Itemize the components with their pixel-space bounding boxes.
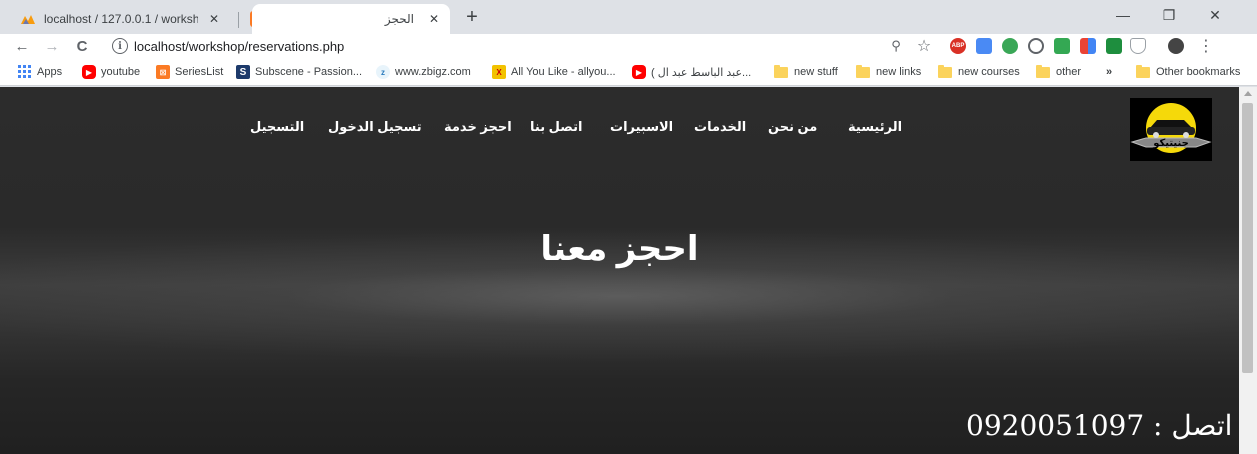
- bookmark-label: SeriesList: [175, 66, 224, 78]
- address-bar[interactable]: i localhost/workshop/reservations.php: [102, 34, 940, 58]
- tab-title: الحجز: [384, 12, 414, 26]
- bookmark-subscene[interactable]: S Subscene - Passion...: [236, 64, 362, 80]
- translate-icon[interactable]: [976, 38, 992, 54]
- bookmark-folder-new-links[interactable]: new links: [856, 64, 921, 80]
- bookmark-allyoulike[interactable]: X All You Like - allyou...: [492, 64, 616, 80]
- url-text[interactable]: localhost/workshop/reservations.php: [134, 39, 344, 54]
- avatar[interactable]: [1168, 38, 1184, 54]
- nav-services[interactable]: الخدمات: [694, 119, 746, 135]
- new-tab-button[interactable]: +: [460, 5, 484, 29]
- page-scrollbar[interactable]: [1239, 87, 1257, 454]
- window-close-button[interactable]: ✕: [1192, 0, 1238, 30]
- phpmyadmin-icon: [20, 11, 36, 27]
- bookmark-serieslist[interactable]: ⊠ SeriesList: [156, 64, 223, 80]
- adblock-plus-icon[interactable]: ABP: [950, 38, 966, 54]
- bookmark-star-icon[interactable]: ☆: [916, 38, 932, 55]
- restore-button[interactable]: ❐: [1146, 0, 1192, 30]
- browser-toolbar: ← → C i localhost/workshop/reservations.…: [0, 34, 1257, 58]
- bookmark-label: youtube: [101, 66, 141, 78]
- allyoulike-icon: X: [492, 65, 506, 79]
- subscene-icon: S: [236, 65, 250, 79]
- back-button[interactable]: ←: [12, 36, 32, 56]
- bookmark-label: Other bookmarks: [1156, 66, 1241, 78]
- folder-icon: [1136, 64, 1150, 78]
- bookmark-youtube[interactable]: ▶ youtube: [82, 64, 140, 80]
- serieslist-icon: ⊠: [156, 65, 170, 79]
- youtube-icon: ▶: [632, 65, 646, 79]
- folder-icon: [774, 64, 788, 78]
- page-viewport: جنيتيكو الرئيسية من نحن الخدمات الاسبيرا…: [0, 87, 1239, 454]
- contact-phone: اتصل : 0920051097: [966, 409, 1233, 442]
- close-icon[interactable]: ✕: [426, 11, 442, 27]
- close-icon[interactable]: ✕: [206, 11, 222, 27]
- reload-button[interactable]: C: [72, 36, 92, 56]
- folder-icon: [1036, 64, 1050, 78]
- tab-phpmyadmin[interactable]: localhost / 127.0.0.1 / workshop | ✕: [8, 4, 230, 34]
- extension-globe-icon[interactable]: [1002, 38, 1018, 54]
- extension-color-icon[interactable]: [1080, 38, 1096, 54]
- zoom-icon[interactable]: ⚲: [888, 38, 904, 54]
- shield-icon[interactable]: [1130, 38, 1146, 54]
- extension-circle-icon[interactable]: [1028, 38, 1044, 54]
- page-title: احجز معنا: [540, 230, 699, 268]
- extension-x-icon[interactable]: [1106, 38, 1122, 54]
- bookmarks-bar: Apps ▶ youtube ⊠ SeriesList S Subscene -…: [0, 58, 1257, 86]
- nav-contact[interactable]: اتصل بنا: [530, 119, 582, 135]
- bookmark-label: new courses: [958, 66, 1020, 78]
- bookmark-label: new stuff: [794, 66, 838, 78]
- minimize-button[interactable]: —: [1100, 0, 1146, 30]
- tab-reservations[interactable]: الحجز ✕: [252, 4, 450, 34]
- bookmark-folder-other[interactable]: other: [1036, 64, 1081, 80]
- info-icon[interactable]: i: [112, 38, 128, 54]
- tab-strip: localhost / 127.0.0.1 / workshop | ✕ الح…: [0, 0, 1257, 34]
- bookmark-label: Subscene - Passion...: [255, 66, 363, 78]
- browser-menu-icon[interactable]: ⋮: [1198, 38, 1214, 55]
- youtube-icon: ▶: [82, 65, 96, 79]
- apps-grid-icon: [18, 65, 32, 79]
- bookmark-quran[interactable]: ▶ ( عبد الباسط عبد ال...: [632, 64, 751, 80]
- scroll-up-icon[interactable]: [1244, 91, 1252, 96]
- bookmarks-overflow-button[interactable]: »: [1106, 64, 1112, 80]
- nav-book-service[interactable]: احجز خدمة: [444, 119, 512, 135]
- bookmark-label: www.zbigz.com: [395, 66, 471, 78]
- zbigz-icon: z: [376, 65, 390, 79]
- bookmark-folder-new-stuff[interactable]: new stuff: [774, 64, 838, 80]
- bookmark-label: other: [1056, 66, 1082, 78]
- tab-title: localhost / 127.0.0.1 / workshop |: [44, 12, 198, 26]
- bookmark-label: new links: [876, 66, 922, 78]
- nav-home[interactable]: الرئيسية: [848, 119, 902, 135]
- bookmark-apps[interactable]: Apps: [18, 64, 62, 80]
- main-nav: الرئيسية من نحن الخدمات الاسبيرات اتصل ب…: [0, 119, 1239, 141]
- bookmark-zbigz[interactable]: z www.zbigz.com: [376, 64, 471, 80]
- nav-register[interactable]: التسجيل: [250, 119, 304, 135]
- extension-green-icon[interactable]: [1054, 38, 1070, 54]
- folder-icon: [856, 64, 870, 78]
- bookmark-label: All You Like - allyou...: [511, 66, 616, 78]
- nav-login[interactable]: تسجيل الدخول: [328, 119, 422, 135]
- nav-about[interactable]: من نحن: [768, 119, 817, 135]
- scrollbar-thumb[interactable]: [1242, 103, 1253, 373]
- bookmark-folder-other-bookmarks[interactable]: Other bookmarks: [1136, 64, 1240, 80]
- folder-icon: [938, 64, 952, 78]
- bookmark-label: ( عبد الباسط عبد ال...: [651, 66, 752, 79]
- bookmark-label: Apps: [37, 66, 63, 78]
- forward-button[interactable]: →: [42, 36, 62, 56]
- nav-spare-parts[interactable]: الاسبيرات: [610, 119, 673, 135]
- bookmark-folder-new-courses[interactable]: new courses: [938, 64, 1020, 80]
